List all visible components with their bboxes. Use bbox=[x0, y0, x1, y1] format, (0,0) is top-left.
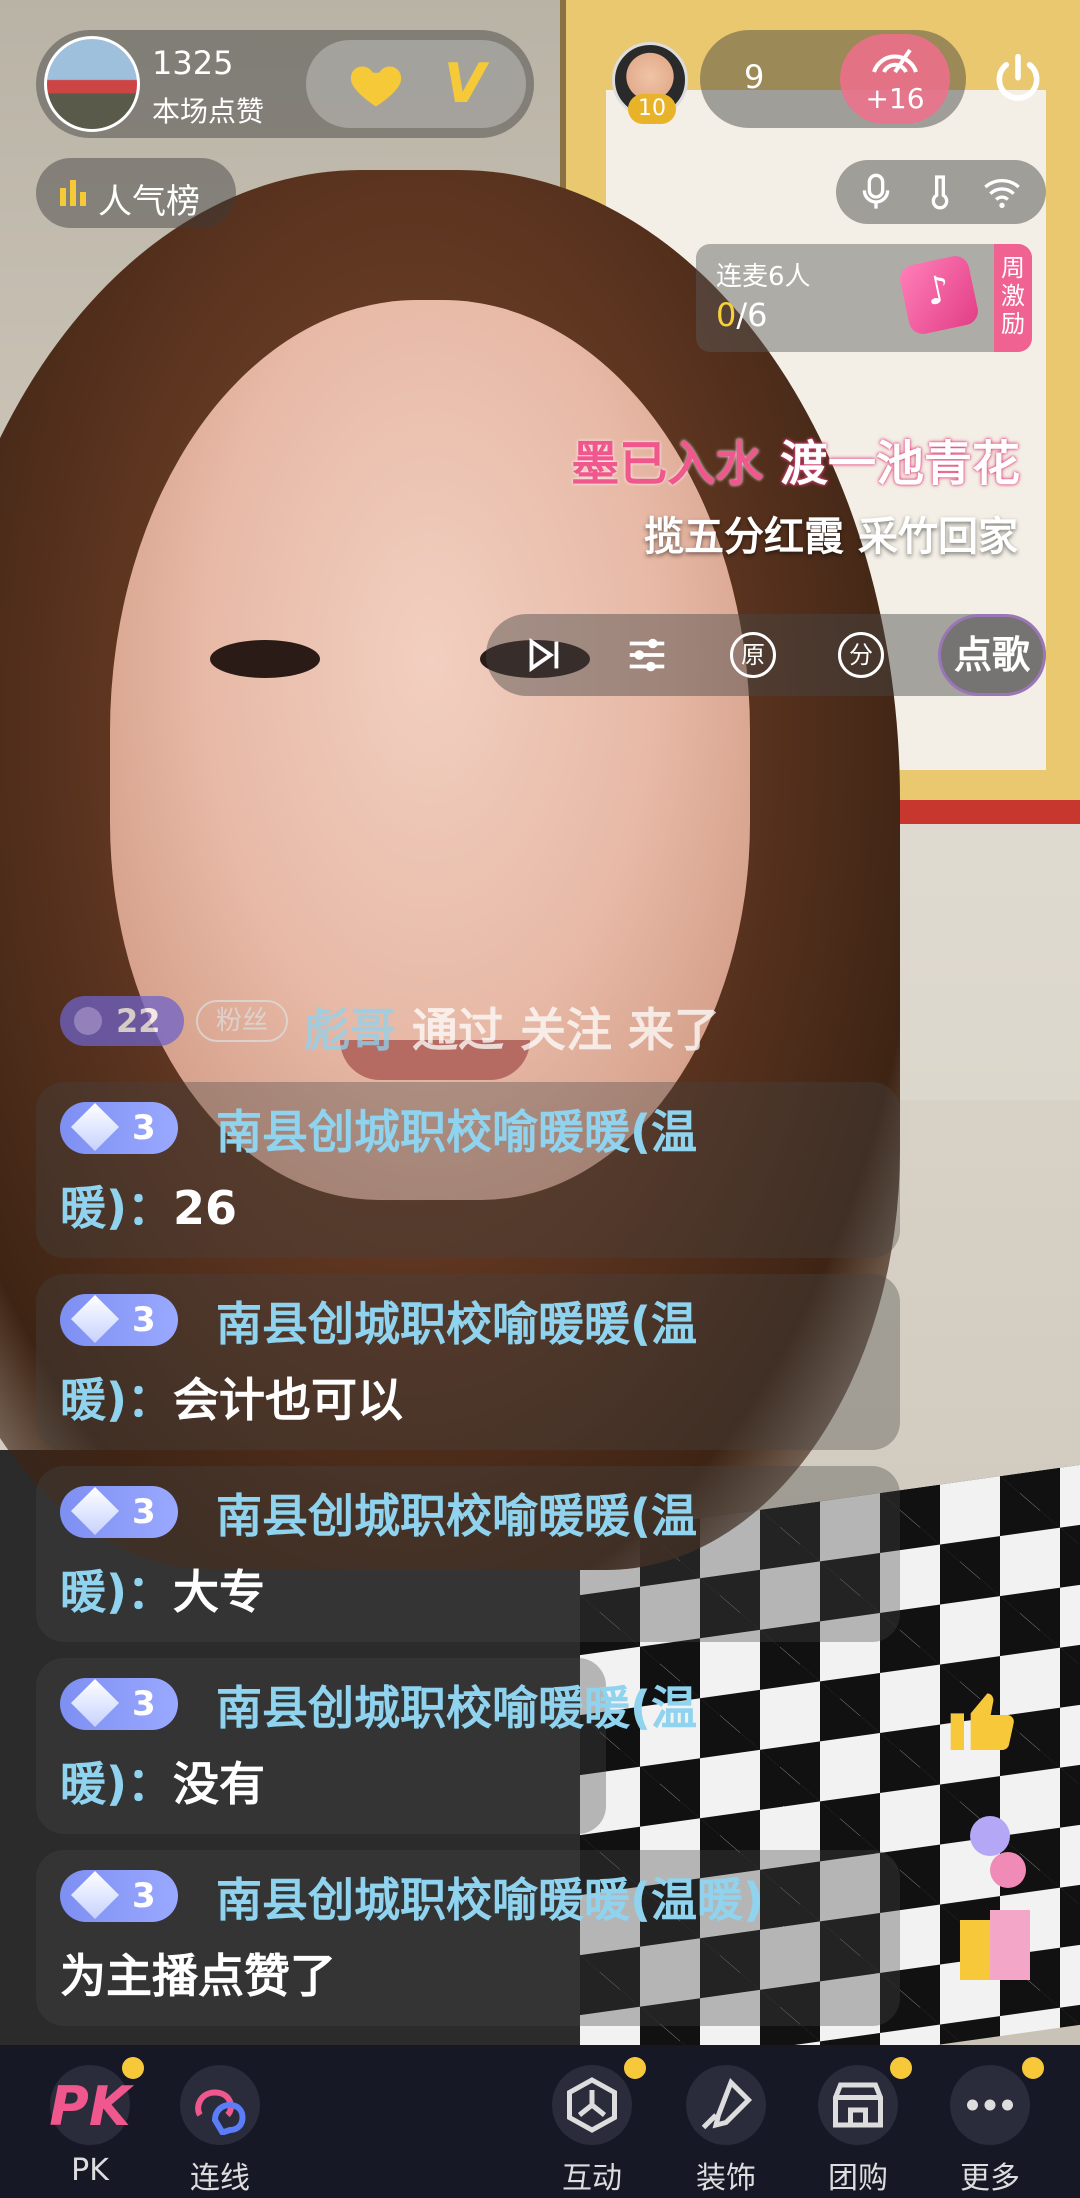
viewer-count-pill[interactable]: 9 +16 bbox=[700, 30, 966, 128]
diamond-icon bbox=[70, 1294, 120, 1344]
decorate-button[interactable]: 装饰 bbox=[666, 2045, 786, 2198]
interact-label: 互动 bbox=[562, 2161, 622, 2196]
favorite-button[interactable]: V bbox=[306, 40, 526, 128]
like-count: 1325 bbox=[152, 44, 234, 82]
bottom-toolbar: PK PK 连线 互动 装饰 团购 更多 bbox=[0, 2045, 1080, 2198]
user-level-badge: 3 bbox=[60, 1294, 178, 1346]
chat-text: 26 bbox=[173, 1181, 238, 1235]
more-icon bbox=[967, 2099, 1013, 2111]
host-avatar[interactable] bbox=[44, 36, 140, 132]
like-count-label: 本场点赞 bbox=[152, 95, 265, 128]
pk-icon: PK bbox=[49, 2075, 131, 2138]
chat-username[interactable]: 南县创城职校喻暖暖(温 bbox=[60, 1478, 900, 1554]
thermometer-icon bbox=[931, 175, 949, 210]
signal-arc-icon bbox=[872, 48, 918, 74]
bar-chart-icon bbox=[60, 180, 86, 206]
user-level-badge: 22 bbox=[60, 996, 184, 1046]
user-level-badge: 3 bbox=[60, 1870, 178, 1922]
diamond-icon bbox=[70, 1678, 120, 1728]
music-control-bar: 原 分 点歌 bbox=[486, 614, 1046, 696]
notification-dot bbox=[122, 2057, 144, 2079]
co-host-title: 连麦6人 bbox=[716, 262, 811, 292]
more-label: 更多 bbox=[960, 2161, 1020, 2196]
chat-message[interactable]: 3 南县创城职校喻暖暖(温 暖)：会计也可以 bbox=[36, 1274, 900, 1450]
interact-button[interactable]: 互动 bbox=[532, 2045, 652, 2198]
viewer-level-badge: 10 bbox=[628, 94, 676, 124]
interact-icon bbox=[567, 2077, 617, 2133]
co-host-count: 0/6 bbox=[716, 296, 768, 334]
co-host-card[interactable]: 连麦6人 0/6 ♪ 周激励 bbox=[696, 244, 1032, 352]
chat-text: 会计也可以 bbox=[173, 1373, 404, 1427]
diamond-icon bbox=[70, 1486, 120, 1536]
user-level-badge: 3 bbox=[60, 1486, 178, 1538]
popularity-rank-label: 人气榜 bbox=[98, 182, 200, 222]
fan-tag: 粉丝 bbox=[196, 1000, 288, 1042]
request-song-button[interactable]: 点歌 bbox=[938, 614, 1046, 696]
wifi-icon bbox=[984, 179, 1020, 208]
diamond-icon bbox=[70, 1870, 120, 1920]
more-button[interactable]: 更多 bbox=[930, 2045, 1050, 2198]
chat-username[interactable]: 南县创城职校喻暖暖(温 bbox=[60, 1094, 900, 1170]
chat-username[interactable]: 南县创城职校喻暖暖(温 bbox=[60, 1286, 900, 1362]
eye bbox=[210, 640, 320, 678]
host-info-card[interactable]: 1325 本场点赞 V bbox=[36, 30, 534, 138]
lyric-line-current: 墨已入水 渡一池青花 bbox=[571, 436, 1020, 492]
user-level-badge: 3 bbox=[60, 1678, 178, 1730]
thumbs-up-icon bbox=[950, 1693, 1014, 1750]
device-status-pill[interactable] bbox=[836, 160, 1046, 224]
pk-button[interactable]: PK PK bbox=[30, 2045, 150, 2198]
chat-message[interactable]: 3 南县创城职校喻暖暖(温 暖)：大专 bbox=[36, 1466, 900, 1642]
chat-username[interactable]: 南县创城职校喻暖暖(温暖) bbox=[60, 1862, 900, 1938]
chat-text: 没有 bbox=[173, 1757, 266, 1811]
notification-dot bbox=[1022, 2057, 1044, 2079]
chat-username-cont: 暖)： bbox=[60, 1757, 174, 1811]
chat-message[interactable]: 3 南县创城职校喻暖暖(温 暖)：26 bbox=[36, 1082, 900, 1258]
diamond-icon bbox=[70, 1102, 120, 1152]
chat-username-cont: 暖)： bbox=[60, 1373, 174, 1427]
join-text[interactable]: 彪哥 通过 关注 来了 bbox=[304, 994, 720, 1060]
chat-text: 大专 bbox=[173, 1565, 266, 1619]
viewer-count: 9 bbox=[744, 58, 765, 96]
link-chat-icon bbox=[195, 2089, 246, 2135]
chat-message[interactable]: 3 南县创城职校喻暖暖(温 暖)：没有 bbox=[36, 1658, 697, 1834]
next-track-icon[interactable] bbox=[520, 632, 566, 678]
equalizer-icon[interactable] bbox=[624, 632, 670, 678]
mic-icon bbox=[862, 173, 890, 209]
group-buy-label: 团购 bbox=[828, 2161, 888, 2196]
v-badge-icon: V bbox=[444, 52, 486, 115]
notification-dot bbox=[890, 2057, 912, 2079]
online-boost-button[interactable]: +16 bbox=[840, 34, 950, 124]
online-boost-count: +16 bbox=[865, 82, 925, 115]
level-gem-icon bbox=[74, 1007, 102, 1035]
heart-icon bbox=[350, 66, 402, 107]
decorate-label: 装饰 bbox=[696, 2161, 756, 2196]
chat-text: 为主播点赞了 bbox=[60, 1949, 336, 2003]
popularity-rank-button[interactable]: 人气榜 bbox=[36, 158, 236, 228]
music-note-icon: ♪ bbox=[897, 253, 981, 337]
decorate-icon bbox=[701, 2078, 753, 2130]
lyric-line-next: 揽五分红霞 采竹回家 bbox=[644, 514, 1018, 560]
user-level-badge: 3 bbox=[60, 1102, 178, 1154]
group-buy-button[interactable]: 团购 bbox=[798, 2045, 918, 2198]
power-icon[interactable] bbox=[990, 52, 1046, 108]
score-toggle[interactable]: 分 bbox=[838, 632, 884, 678]
like-hand-icon[interactable] bbox=[930, 1800, 1040, 2000]
notification-dot bbox=[624, 2057, 646, 2079]
chat-username-cont: 暖)： bbox=[60, 1181, 174, 1235]
link-button[interactable]: 连线 bbox=[160, 2045, 280, 2198]
weekly-reward-tag[interactable]: 周激励 bbox=[994, 244, 1032, 352]
chat-username-cont: 暖)： bbox=[60, 1565, 174, 1619]
link-label: 连线 bbox=[190, 2161, 250, 2196]
chat-message[interactable]: 3 南县创城职校喻暖暖(温暖) 为主播点赞了 bbox=[36, 1850, 900, 2026]
pk-label: PK bbox=[71, 2153, 109, 2188]
original-vocal-toggle[interactable]: 原 bbox=[730, 632, 776, 678]
group-buy-icon bbox=[833, 2082, 883, 2128]
